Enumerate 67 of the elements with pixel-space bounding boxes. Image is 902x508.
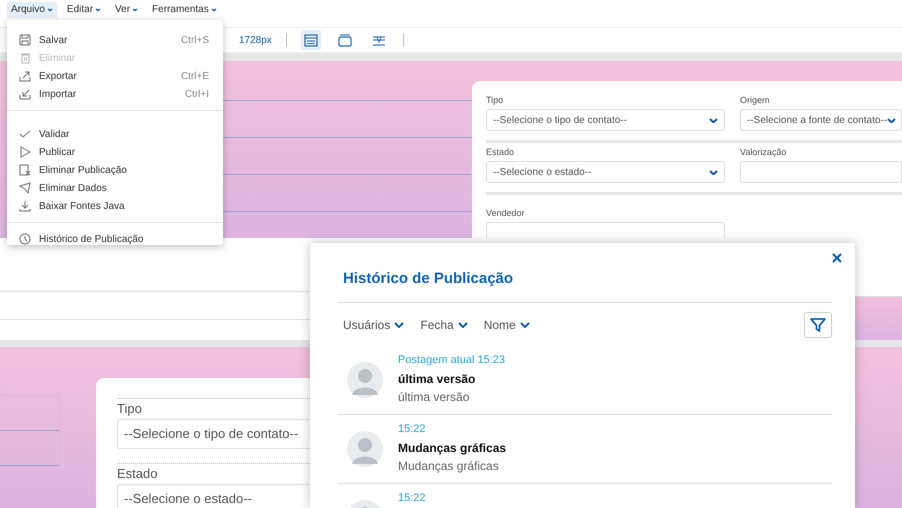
import-icon: [19, 88, 31, 100]
trash-icon: [19, 52, 31, 64]
menu-item[interactable]: Histórico de Publicação: [7, 230, 223, 245]
avatar: [347, 431, 383, 467]
dialog-title: Histórico de Publicação: [338, 265, 832, 303]
field-label: Valorização: [740, 147, 788, 158]
entry-time: 15:22: [398, 492, 426, 505]
chevron-down-icon: [46, 8, 53, 12]
entry-title: última versão: [398, 371, 476, 388]
layout-button[interactable]: [300, 30, 321, 50]
export-icon: [19, 70, 31, 82]
entry-description: última versão: [398, 389, 470, 406]
filter-dropdown[interactable]: Usuários: [343, 316, 404, 334]
chevron-down-icon: [95, 8, 102, 12]
chevron-down-icon: [887, 118, 896, 122]
menu-item[interactable]: Exportar Ctrl+E: [7, 67, 223, 85]
close-icon: [832, 253, 842, 263]
menu-item[interactable]: Eliminar Dados: [7, 179, 223, 197]
chevron-down-icon: [520, 322, 530, 328]
field-label: Origem: [740, 95, 771, 106]
menu-bar-item[interactable]: Ver: [111, 2, 142, 18]
align-icon: [372, 34, 386, 46]
filter-dropdown[interactable]: Fecha: [420, 316, 468, 334]
field-label: Vendedor: [486, 208, 526, 219]
avatar: [347, 362, 383, 398]
select-field[interactable]: --Selecione a fonte de contato--: [740, 109, 902, 131]
menu-item[interactable]: Importar Ctrl+I: [7, 85, 223, 103]
filter-dropdown[interactable]: Nome: [484, 316, 530, 334]
chevron-down-icon: [210, 8, 217, 12]
entry-time: Postagem atual 15:23: [398, 354, 506, 367]
history-icon: [19, 233, 31, 245]
play-icon: [19, 146, 31, 158]
menu-item[interactable]: Eliminar Publicação: [7, 161, 223, 179]
menu-item[interactable]: Publicar: [7, 143, 223, 161]
filter-button[interactable]: [804, 312, 832, 338]
chevron-down-icon: [132, 8, 138, 12]
layout-icon: [304, 34, 318, 46]
chevron-down-icon: [709, 170, 718, 174]
document-x-icon: [19, 164, 31, 176]
entry-time: 15:22: [398, 423, 427, 436]
select-field[interactable]: --Selecione o tipo de contato--: [486, 109, 725, 131]
canvas-background: [855, 297, 902, 340]
download-icon: [19, 200, 31, 212]
shortcut-text: Ctrl+S: [180, 34, 209, 48]
window-icon: [338, 34, 352, 46]
menu-item[interactable]: Baixar Fontes Java: [7, 197, 223, 215]
text-field[interactable]: [486, 222, 725, 238]
shortcut-text: Ctrl+I: [184, 88, 209, 102]
filter-icon: [810, 316, 826, 332]
entry-title: Mudanças gráficas: [398, 440, 506, 457]
menu-bar-item[interactable]: Editar: [62, 2, 106, 18]
chevron-down-icon: [709, 118, 718, 122]
field-label: Estado: [486, 147, 516, 158]
menu-item[interactable]: Salvar Ctrl+S: [7, 31, 223, 49]
chevron-down-icon: [394, 322, 404, 328]
menu-item[interactable]: Validar: [7, 125, 223, 143]
field-label: Tipo: [486, 95, 504, 106]
width-value: 1728px: [239, 34, 272, 48]
close-button[interactable]: [830, 251, 844, 265]
menu-bar-item[interactable]: Arquivo: [7, 2, 57, 18]
text-field[interactable]: [740, 161, 902, 183]
shortcut-text: Ctrl+E: [180, 70, 209, 84]
entry-description: Mudanças gráficas: [398, 458, 500, 475]
select-field[interactable]: --Selecione o estado--: [486, 161, 725, 183]
checkmark-icon: [19, 128, 31, 140]
menu-bar-item[interactable]: Ferramentas: [148, 2, 221, 18]
chevron-down-icon: [458, 322, 468, 328]
